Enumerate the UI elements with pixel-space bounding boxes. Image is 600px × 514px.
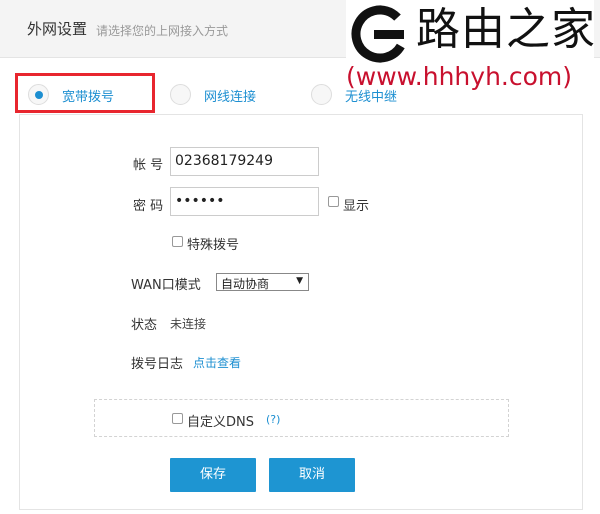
status-label: 状态 <box>131 318 158 333</box>
wan-mode-label: WAN口模式 <box>131 278 201 293</box>
dropdown-arrow-icon: ▼ <box>296 276 303 286</box>
wan-mode-select[interactable]: 自动协商 ▼ <box>216 273 309 291</box>
page-title: 外网设置 <box>27 20 88 38</box>
custom-dns-checkbox[interactable] <box>172 413 183 424</box>
selection-highlight <box>15 73 155 113</box>
save-button[interactable]: 保存 <box>170 458 256 492</box>
password-input[interactable]: •••••• <box>170 187 319 216</box>
custom-dns-help-icon[interactable]: (?) <box>266 413 280 426</box>
watermark-name: 路由之家 <box>416 4 596 55</box>
custom-dns-label: 自定义DNS <box>187 415 254 430</box>
dial-log-link[interactable]: 点击查看 <box>193 354 241 371</box>
password-label: 密 码 <box>133 199 164 214</box>
wan-mode-value: 自动协商 <box>221 277 270 291</box>
account-label: 帐 号 <box>133 158 164 173</box>
status-value: 未连接 <box>170 317 207 331</box>
show-password-label: 显示 <box>343 199 370 214</box>
tab-label: 网线连接 <box>204 90 257 105</box>
cancel-button[interactable]: 取消 <box>269 458 355 492</box>
router-home-logo-icon <box>351 5 409 63</box>
dial-log-label: 拨号日志 <box>131 357 184 372</box>
special-dial-label: 特殊拨号 <box>187 238 240 253</box>
radio-icon[interactable] <box>170 84 191 105</box>
tab-label: 无线中继 <box>345 90 398 105</box>
account-input[interactable]: 02368179249 <box>170 147 319 176</box>
page-subtitle: 请选择您的上网接入方式 <box>96 24 229 38</box>
special-dial-checkbox[interactable] <box>172 236 183 247</box>
show-password-checkbox[interactable] <box>328 196 339 207</box>
custom-dns-section <box>94 399 509 437</box>
radio-icon[interactable] <box>311 84 332 105</box>
